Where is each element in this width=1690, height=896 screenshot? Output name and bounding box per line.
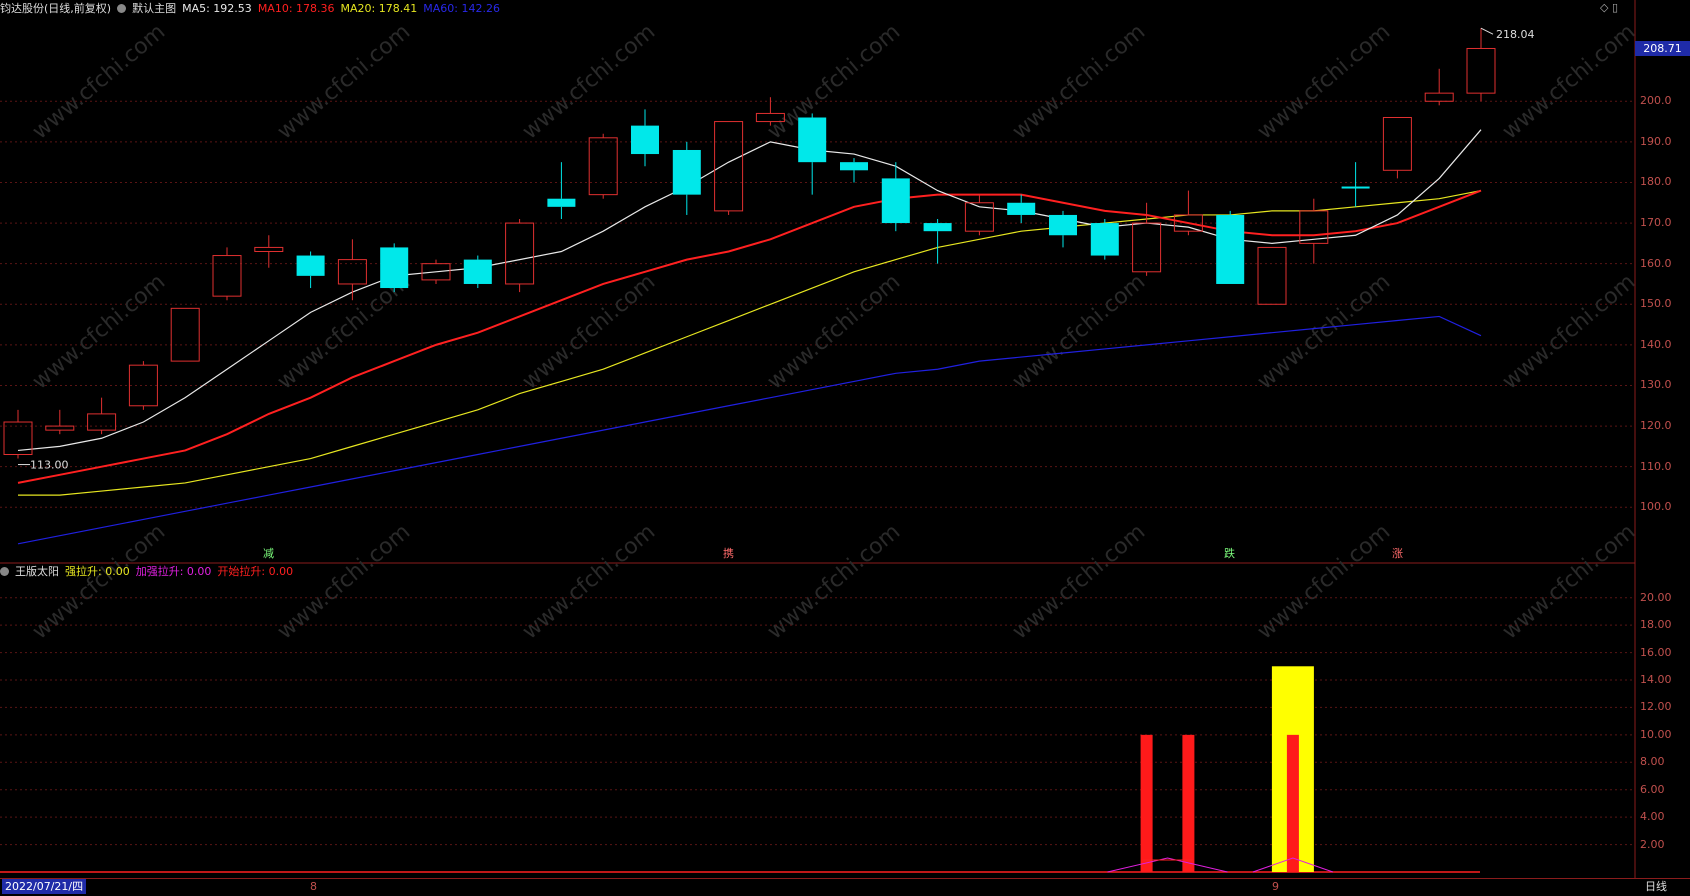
watermark-text: www.cfchi.com xyxy=(273,519,415,644)
watermark-text: www.cfchi.com xyxy=(1008,19,1150,144)
candle-body xyxy=(170,307,200,362)
candle-body xyxy=(1341,186,1370,189)
price-tick: 110.0 xyxy=(1640,459,1672,473)
date-cursor: 2022/07/21/四 xyxy=(2,879,87,894)
current-price-tag: 208.71 xyxy=(1635,41,1690,56)
ma20-line xyxy=(18,189,1482,496)
price-tick: 140.0 xyxy=(1640,337,1672,351)
candle-body xyxy=(380,247,409,289)
price-tick: 120.0 xyxy=(1640,419,1672,433)
watermark-text: www.cfchi.com xyxy=(518,519,660,644)
candle-body xyxy=(1090,223,1119,256)
ksls-label: 开始拉升: 0.00 xyxy=(217,565,294,578)
period-button[interactable]: 日线 xyxy=(1645,879,1667,894)
low-label: 113.00 xyxy=(30,459,69,472)
candle-body xyxy=(1049,214,1077,236)
candle-body xyxy=(463,259,492,284)
indicator-tick: 12.00 xyxy=(1640,700,1672,714)
indicator-tick: 10.00 xyxy=(1640,727,1672,741)
price-tick: 130.0 xyxy=(1640,378,1672,392)
indicator-tick: 6.00 xyxy=(1640,782,1665,796)
price-tick: 190.0 xyxy=(1640,134,1672,148)
indicator-tick: 14.00 xyxy=(1640,673,1672,686)
candle-body xyxy=(337,259,367,285)
indicator-tick: 2.00 xyxy=(1640,837,1665,851)
indicator-tick: 16.00 xyxy=(1640,645,1672,659)
candle-body xyxy=(881,178,910,224)
indicator-tick: 4.00 xyxy=(1640,810,1665,824)
price-tick: 170.0 xyxy=(1640,216,1672,230)
candle-body xyxy=(87,413,117,431)
price-tick: 150.0 xyxy=(1640,297,1672,311)
price-tick: 160.0 xyxy=(1640,256,1672,270)
watermark-text: www.cfchi.com xyxy=(518,269,660,394)
price-tick: 200.0 xyxy=(1640,94,1672,108)
ma10-line xyxy=(17,189,1482,484)
candle-body xyxy=(588,137,618,196)
indicator-bar xyxy=(1286,734,1299,872)
candle-body xyxy=(672,149,701,195)
candle-body xyxy=(1382,117,1412,171)
candle-body xyxy=(1466,47,1496,94)
candle-body xyxy=(45,425,75,431)
month-label: 9 xyxy=(1272,880,1279,893)
indicator-tick: 8.00 xyxy=(1640,755,1665,769)
high-marker xyxy=(1480,27,1494,35)
watermark-text: www.cfchi.com xyxy=(1253,19,1395,144)
watermark-text: www.cfchi.com xyxy=(1253,519,1395,644)
candle-body xyxy=(1007,202,1036,215)
watermark-text: www.cfchi.com xyxy=(1498,519,1640,644)
candle-body xyxy=(1216,214,1245,284)
candle-body xyxy=(714,121,744,212)
indicator-name[interactable]: 王版太阳 xyxy=(15,565,59,578)
signal-label: 跌 xyxy=(1224,547,1235,560)
indicator-bar xyxy=(1140,734,1153,872)
candle-body xyxy=(1424,92,1454,102)
watermark-text: www.cfchi.com xyxy=(28,19,170,144)
kline-chart[interactable]: www.cfchi.com www.cfchi.com www.cfchi.com w… xyxy=(0,0,1690,895)
indicator-tick: 20.00 xyxy=(1640,590,1672,604)
candle-body xyxy=(840,162,868,171)
signal-label: 涨 xyxy=(1392,547,1403,560)
candle-body xyxy=(296,255,325,276)
price-tick: 100.0 xyxy=(1640,500,1672,514)
candle-body xyxy=(254,246,284,252)
candle-body xyxy=(212,255,242,297)
month-label: 8 xyxy=(310,880,317,893)
watermark-text: www.cfchi.com xyxy=(1008,519,1150,644)
price-tick: 180.0 xyxy=(1640,175,1672,189)
indicator-circle-icon[interactable] xyxy=(0,567,9,576)
high-label: 218.04 xyxy=(1496,28,1535,41)
candle-body xyxy=(505,222,535,285)
time-axis xyxy=(0,878,1690,896)
jqls-label: 加强拉升: 0.00 xyxy=(135,565,212,578)
candle-body xyxy=(1132,222,1162,273)
indicator-header: 王版太阳 强拉升: 0.00 加强拉升: 0.00 开始拉升: 0.00 xyxy=(0,563,1635,578)
watermark-text: www.cfchi.com xyxy=(763,519,905,644)
candle-body xyxy=(547,198,576,207)
indicator-tick: 18.00 xyxy=(1640,618,1672,632)
candle-body xyxy=(923,223,952,232)
watermark-text: www.cfchi.com xyxy=(763,19,905,144)
watermark-text: www.cfchi.com xyxy=(28,269,170,394)
candle-body xyxy=(798,117,827,163)
signal-label: 携 xyxy=(723,547,734,560)
candle-body xyxy=(631,125,659,155)
candle-body xyxy=(128,364,158,407)
watermark-text: www.cfchi.com xyxy=(1498,269,1640,394)
candle-body xyxy=(1257,246,1287,305)
watermark-text: www.cfchi.com xyxy=(273,19,415,144)
signal-label: 减 xyxy=(263,547,274,560)
indicator-bar xyxy=(1182,734,1195,872)
watermark-text: www.cfchi.com xyxy=(1008,269,1150,394)
qls-label: 强拉升: 0.00 xyxy=(65,565,130,578)
